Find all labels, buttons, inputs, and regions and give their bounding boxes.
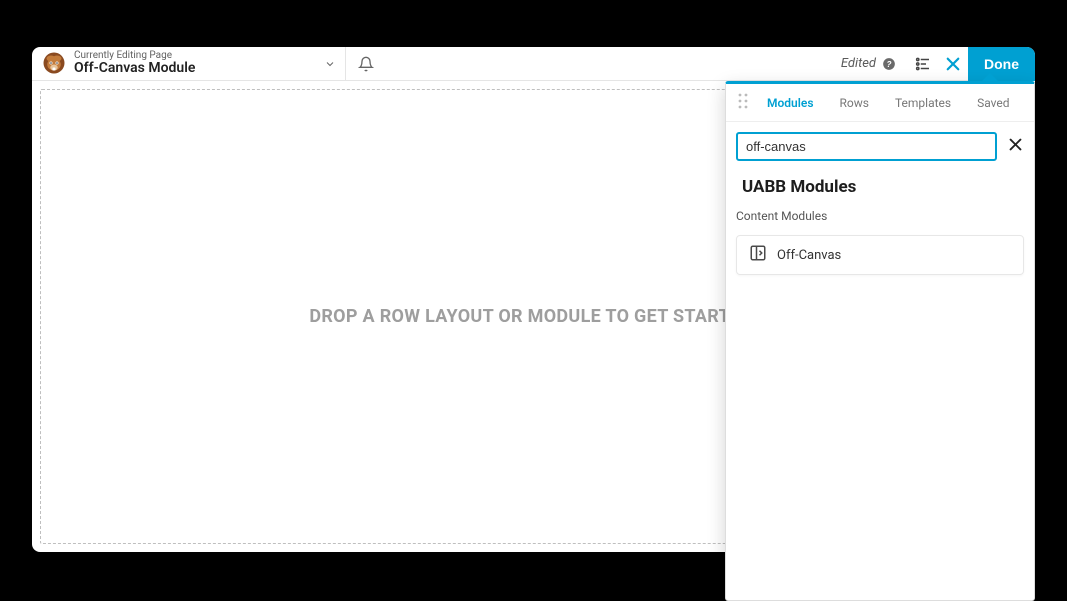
tab-rows[interactable]: Rows [827,84,882,122]
outline-toggle-icon[interactable] [908,55,938,73]
module-item-off-canvas[interactable]: Off-Canvas [736,235,1024,275]
panel-pointer-icon [982,73,998,81]
panel-section-title: UABB Modules [726,169,1034,203]
top-bar: Currently Editing Page Off-Canvas Module… [32,47,1035,81]
edited-label: Edited [841,56,876,71]
off-canvas-module-icon [749,244,767,266]
drag-handle-icon[interactable] [732,93,754,113]
tab-saved[interactable]: Saved [964,84,1022,122]
done-button[interactable]: Done [968,47,1035,81]
tab-templates[interactable]: Templates [882,84,964,122]
page-title: Off-Canvas Module [74,61,195,76]
edited-status[interactable]: Edited ? [841,56,908,71]
app-window: Currently Editing Page Off-Canvas Module… [32,47,1035,552]
svg-text:?: ? [887,59,892,68]
toggle-panel-close-icon[interactable] [938,55,968,73]
module-item-label: Off-Canvas [777,248,841,263]
brand-block: Currently Editing Page Off-Canvas Module [32,50,205,76]
panel-section-subtitle: Content Modules [726,203,1034,229]
content-panel: Modules Rows Templates Saved UABB Module… [725,81,1035,601]
notifications-bell-icon[interactable] [346,56,386,72]
search-row [726,122,1034,169]
clear-search-icon[interactable] [1007,136,1024,157]
drop-placeholder-text: DROP A ROW LAYOUT OR MODULE TO GET START… [309,306,757,327]
panel-tabs: Modules Rows Templates Saved [726,84,1034,122]
beaver-logo-icon [42,51,66,75]
help-icon: ? [882,57,896,71]
tab-modules[interactable]: Modules [754,84,827,122]
page-menu-caret[interactable] [315,58,345,70]
search-input[interactable] [736,132,997,161]
title-block: Currently Editing Page Off-Canvas Module [74,50,195,76]
